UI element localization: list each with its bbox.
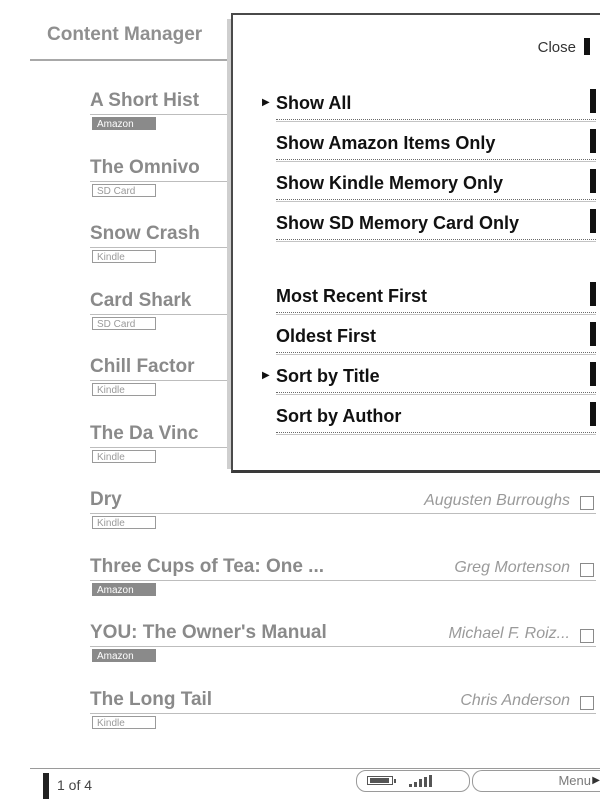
item-author: Augusten Burroughs	[424, 492, 570, 509]
menu-item-show-kindle-memory-only[interactable]: Show Kindle Memory Only	[276, 169, 598, 211]
menu-item-most-recent-first[interactable]: Most Recent First	[276, 282, 598, 324]
menu-item-label: Sort by Author	[276, 406, 402, 426]
menu-label: Menu	[558, 773, 591, 788]
menu-item-divider	[276, 312, 596, 315]
menu-item-marker	[590, 129, 596, 153]
source-badge: Kindle	[92, 383, 156, 396]
item-title[interactable]: The Long Tail	[90, 689, 212, 711]
source-badge: Kindle	[92, 516, 156, 529]
item-author: Chris Anderson	[460, 692, 570, 709]
page-indicator: 1 of 4	[57, 777, 93, 793]
signal-strength-icon	[409, 775, 433, 787]
menu-item-sort-by-author[interactable]: Sort by Author	[276, 402, 598, 444]
kindle-screen: Content Manager A Short Hist Amazon The Om…	[0, 0, 600, 806]
status-indicator	[356, 770, 470, 792]
menu-item-divider	[276, 392, 596, 395]
menu-item-divider	[276, 432, 596, 435]
menu-item-divider	[276, 119, 596, 122]
source-badge: Kindle	[92, 250, 156, 263]
list-item[interactable]: The Long Tail Chris Anderson Kindle	[90, 689, 598, 745]
item-checkbox[interactable]	[580, 496, 594, 510]
item-divider	[90, 713, 596, 714]
menu-item-oldest-first[interactable]: Oldest First	[276, 322, 598, 364]
menu-item-label: Oldest First	[276, 326, 377, 346]
battery-icon	[367, 776, 396, 785]
item-checkbox[interactable]	[580, 563, 594, 577]
menu-item-sort-by-title[interactable]: ▶ Sort by Title	[262, 362, 598, 404]
source-badge: Amazon	[92, 583, 156, 596]
menu-item-label: Sort by Title	[276, 366, 380, 386]
menu-item-label: Show All	[276, 93, 352, 113]
right-triangle-icon: ▶	[592, 775, 600, 786]
menu-item-show-sd-memory-card-only[interactable]: Show SD Memory Card Only	[276, 209, 598, 251]
right-triangle-icon: ▶	[262, 370, 270, 381]
menu-item-marker	[590, 322, 596, 346]
menu-button[interactable]: Menu ▶	[472, 770, 600, 792]
view-options-menu: Close ▶ Show All Show Amazon Items Only Sho…	[227, 13, 600, 473]
item-title[interactable]: A Short Hist	[90, 90, 199, 112]
footer-divider	[30, 768, 600, 769]
menu-item-marker	[590, 169, 596, 193]
source-badge: Amazon	[92, 117, 156, 130]
item-author: Michael F. Roiz...	[448, 625, 570, 642]
menu-item-label: Show Kindle Memory Only	[276, 173, 504, 193]
menu-item-label: Show Amazon Items Only	[276, 133, 496, 153]
menu-item-label: Show SD Memory Card Only	[276, 213, 520, 233]
list-item[interactable]: YOU: The Owner's Manual Michael F. Roiz..…	[90, 622, 598, 678]
item-title[interactable]: Dry	[90, 489, 122, 511]
menu-item-label: Most Recent First	[276, 286, 428, 306]
page-title: Content Manager	[47, 24, 203, 45]
item-title[interactable]: Three Cups of Tea: One ...	[90, 556, 324, 578]
menu-item-divider	[276, 159, 596, 162]
page-marker	[43, 773, 49, 799]
source-badge: SD Card	[92, 317, 156, 330]
source-badge: Kindle	[92, 450, 156, 463]
menu-item-marker	[590, 362, 596, 386]
menu-item-divider	[276, 352, 596, 355]
list-item[interactable]: Dry Augusten Burroughs Kindle	[90, 489, 598, 545]
item-title[interactable]: YOU: The Owner's Manual	[90, 622, 327, 644]
close-button[interactable]: Close	[538, 39, 576, 56]
menu-item-marker	[590, 402, 596, 426]
item-divider	[90, 513, 596, 514]
item-title[interactable]: The Omnivo	[90, 157, 200, 179]
menu-item-marker	[590, 282, 596, 306]
menu-item-show-all[interactable]: ▶ Show All	[262, 89, 598, 131]
list-item[interactable]: Three Cups of Tea: One ... Greg Mortenson…	[90, 556, 598, 612]
item-checkbox[interactable]	[580, 629, 594, 643]
item-divider	[90, 646, 596, 647]
item-title[interactable]: The Da Vinc	[90, 423, 198, 445]
item-author: Greg Mortenson	[454, 559, 570, 576]
item-title[interactable]: Card Shark	[90, 290, 191, 312]
source-badge: Amazon	[92, 649, 156, 662]
item-checkbox[interactable]	[580, 696, 594, 710]
menu-item-marker	[590, 89, 596, 113]
menu-item-divider	[276, 239, 596, 242]
item-title[interactable]: Snow Crash	[90, 223, 200, 245]
menu-item-show-amazon-items-only[interactable]: Show Amazon Items Only	[276, 129, 598, 171]
menu-item-marker	[590, 209, 596, 233]
source-badge: Kindle	[92, 716, 156, 729]
item-title[interactable]: Chill Factor	[90, 356, 195, 378]
close-marker	[584, 38, 590, 55]
menu-item-divider	[276, 199, 596, 202]
right-triangle-icon: ▶	[262, 97, 270, 108]
item-divider	[90, 580, 596, 581]
source-badge: SD Card	[92, 184, 156, 197]
